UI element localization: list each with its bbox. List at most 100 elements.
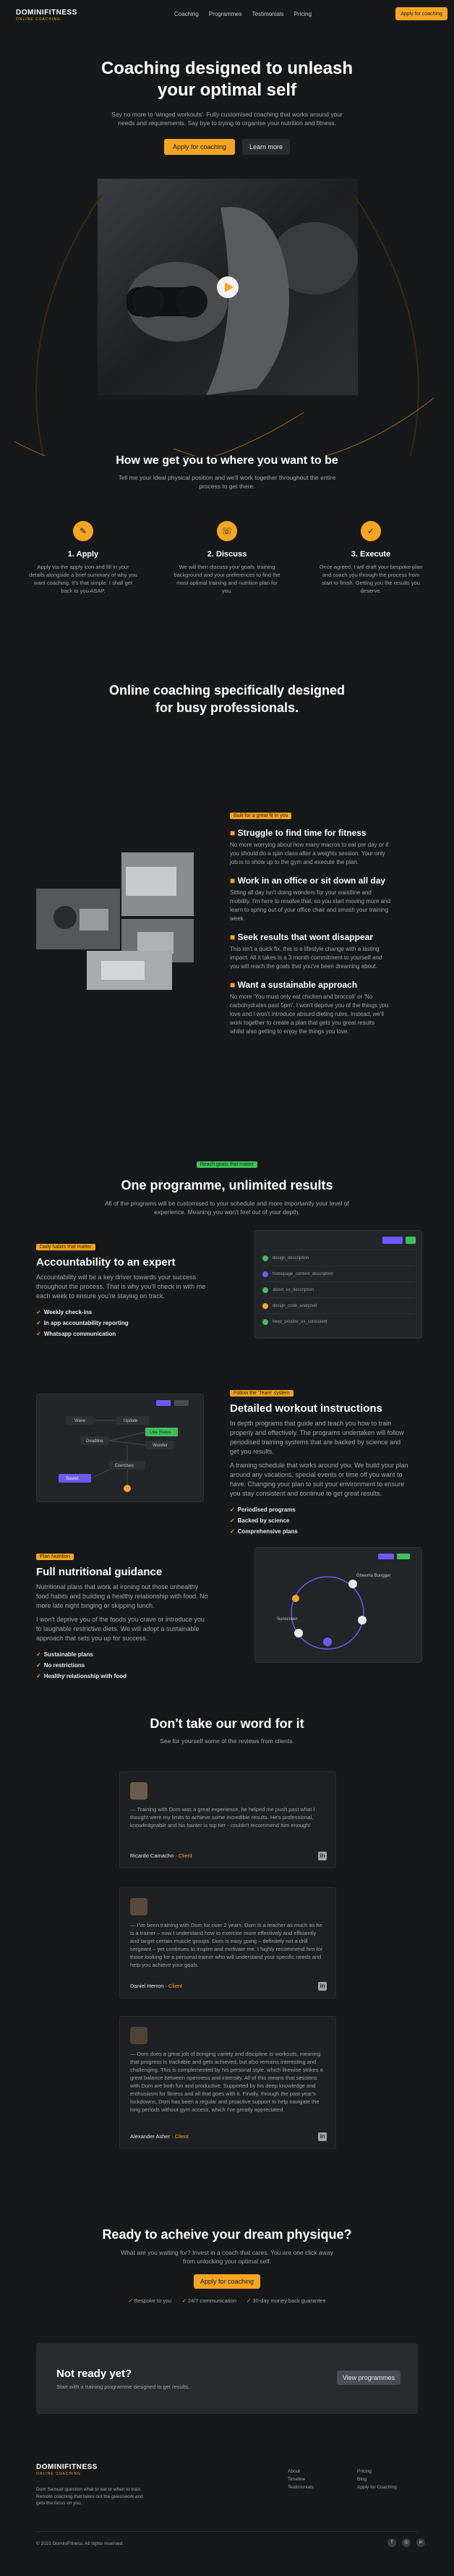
check-icon: ✓ (36, 1673, 41, 1679)
nav-links: Coaching Programmes Testimonials Pricing (174, 11, 312, 17)
check-item: ✓ In app accountability reporting (36, 1320, 129, 1326)
flow-node-label: Wonder (153, 1444, 168, 1448)
busy-section-title: Online coaching specifically designed fo… (0, 682, 454, 716)
busy-item: ■ Work in an office or sit down all day … (230, 876, 390, 923)
avatar (130, 2027, 147, 2044)
flow-node-label: Wave (74, 1419, 86, 1423)
footer: DOMINIFITNESS ONLINE COACHING Dom Samuel… (0, 2457, 454, 2576)
hero-title-line2: your optimal self (157, 80, 297, 100)
nav-link-programmes[interactable]: Programmes (209, 11, 242, 17)
mock-task-row: design_description (262, 1250, 414, 1266)
task-status-icon (262, 1302, 268, 1309)
mock-toolbar-button (382, 1237, 403, 1244)
check-item: ✓ Whatsapp communication (36, 1331, 116, 1337)
bullet-icon: ■ (230, 980, 238, 990)
busy-badge: Built for a great fit in you (230, 813, 292, 819)
reviews-subtitle: See for yourself some of the reviews fro… (160, 1737, 294, 1745)
facebook-icon[interactable]: f (387, 2538, 396, 2547)
feature-nutrition: Plan Nutrition Full nutritional guidance… (36, 1548, 210, 1682)
busy-item-title: ■ Work in an office or sit down all day (230, 876, 390, 886)
check-icon: ✓ (36, 1651, 41, 1658)
review-card: — I've been training with Dom for over 2… (119, 1887, 336, 1999)
not-ready-title: Not ready yet? (56, 2368, 132, 2380)
feature-text-2: I won't deprive you of the foods you cra… (36, 1616, 205, 1642)
flow-node-label: Update (124, 1419, 138, 1423)
footer-col-2: Pricing Blog Apply for Coaching (357, 2467, 397, 2491)
busy-item-title: ■ Seek results that wont disappear (230, 932, 390, 942)
review-author: Daniel Herron (130, 1983, 164, 1989)
footer-link[interactable]: Apply for Coaching (357, 2483, 397, 2491)
feature-text: Accountability will be a key driver towa… (36, 1274, 206, 1300)
footer-link[interactable]: Pricing (357, 2467, 397, 2475)
programme-section: Reach goals that matter One programme, u… (0, 1156, 454, 1216)
process-section: How we get you to where you want to be T… (0, 454, 454, 491)
footer-link[interactable]: About (288, 2467, 314, 2475)
task-status-icon (262, 1318, 268, 1325)
step-text: Once agreed, I will draft your bespoke p… (319, 564, 423, 594)
footer-link[interactable]: Testimonials (288, 2483, 314, 2491)
linkedin-icon[interactable]: in (318, 2132, 327, 2141)
check-icon: ✓ (230, 1528, 235, 1535)
footer-link[interactable]: Blog (357, 2475, 397, 2483)
check-item: ✓ Healthy relationship with food (36, 1673, 127, 1679)
cta-apply-button[interactable]: Apply for coaching (194, 2274, 260, 2289)
linkedin-icon[interactable]: in (416, 2538, 425, 2547)
process-subtitle: Tell me your ideal physical position and… (118, 474, 336, 490)
check-icon: ✓ (36, 1331, 41, 1337)
flow-node-label: Exercises (115, 1464, 134, 1468)
busy-item: ■ Struggle to find time for fitness No m… (230, 828, 390, 867)
bullet-icon: ■ (230, 828, 238, 838)
nav-link-pricing[interactable]: Pricing (294, 11, 312, 17)
review-text: — Training with Dom was a great experien… (130, 1806, 315, 1829)
review-card: — Dom does a great job of bringing varie… (119, 2016, 336, 2149)
task-status-icon (262, 1271, 268, 1277)
flow-node-label: Sound (66, 1477, 78, 1481)
feature-title: Accountability to an expert (36, 1256, 176, 1268)
nav-apply-button[interactable]: Apply for coaching (395, 7, 447, 20)
footer-about: Dom Samuel question what to eat or when … (36, 2487, 143, 2506)
avatar (130, 1782, 147, 1800)
programme-title: One programme, unlimited results (121, 1178, 333, 1192)
mock-task-row: about_ex_description (262, 1281, 414, 1297)
check-item: ✓ Weekly check-ins (36, 1309, 93, 1315)
step-title: 1. Apply (67, 550, 99, 559)
busy-item: ■ Want a sustainable approach No more 'Y… (230, 980, 390, 1036)
instagram-icon[interactable]: ◎ (402, 2538, 411, 2547)
not-ready-text: Start with a training programme designed… (56, 2384, 190, 2390)
reviews-header: Don't take our word for it See for yours… (0, 1716, 454, 1745)
cta-title: Ready to acheive your dream physique? (102, 2227, 352, 2242)
footer-logo[interactable]: DOMINIFITNESS ONLINE COACHING (36, 2463, 98, 2476)
programme-subtitle: All of the programs will be customised t… (105, 1200, 349, 1216)
linkedin-icon[interactable]: in (318, 1982, 327, 1991)
linkedin-icon[interactable]: in (318, 1852, 327, 1860)
check-item: ✓ No restrictions (36, 1662, 85, 1669)
feature-badge: Follow the 'Team' system (230, 1390, 294, 1397)
nav-link-coaching[interactable]: Coaching (174, 11, 199, 17)
nutrition-label: Gheema Bungger (356, 1574, 390, 1578)
step-icon: ✓ (361, 521, 381, 541)
review-author: Alexander Asher (130, 2133, 171, 2140)
process-title: How we get you to where you want to be (116, 454, 338, 467)
logo[interactable]: DOMINIFITNESS ONLINE COACHING (16, 9, 77, 22)
feature-text: In depth programs that guide and teach y… (230, 1420, 404, 1455)
busy-item-text: Sitting all day isn't doing wonders for … (230, 889, 390, 922)
busy-item-title: ■ Struggle to find time for fitness (230, 828, 390, 838)
navbar: DOMINIFITNESS ONLINE COACHING Coaching P… (0, 0, 454, 29)
review-role: Client (178, 1852, 192, 1859)
hero-title-line1: Coaching designed to unleash (100, 59, 354, 78)
feature-text-2: A training schedule that works around yo… (230, 1462, 408, 1497)
check-item: ✓ Periodised programs (230, 1507, 296, 1513)
nav-link-testimonials[interactable]: Testimonials (252, 11, 284, 17)
check-icon: ✓ (36, 1309, 41, 1315)
check-icon: ✓ (128, 2297, 134, 2304)
check-item: ✓ Comprehensive plans (230, 1528, 298, 1535)
nutrition-app-mock: Gheema Bungger Sunscreen (254, 1547, 422, 1663)
busy-item-title: ■ Want a sustainable approach (230, 980, 390, 990)
accountability-app-mock: design_description homepage_content_desc… (254, 1230, 422, 1339)
footer-copyright: © 2021 DominiFitness. All rights reserve… (36, 2541, 124, 2546)
view-programmes-button[interactable]: View programmes (337, 2370, 401, 2385)
review-role: Client (174, 2133, 189, 2140)
logo-tagline: ONLINE COACHING (16, 17, 61, 22)
footer-link[interactable]: Timeline (288, 2475, 314, 2483)
step-title: 3. Execute (351, 550, 391, 559)
